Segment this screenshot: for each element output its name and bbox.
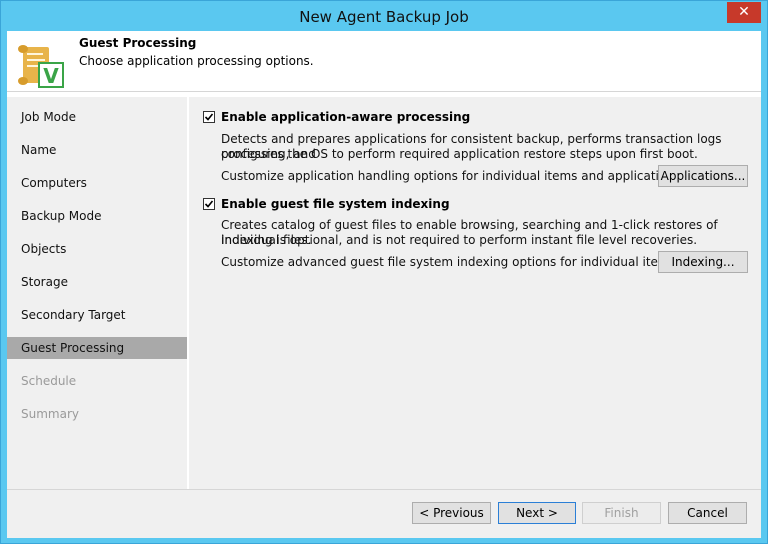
indexing-customize-text: Customize advanced guest file system ind… bbox=[221, 255, 676, 269]
sidebar-item-secondary-target[interactable]: Secondary Target bbox=[7, 304, 187, 326]
app-aware-desc-line2: configures the OS to perform required ap… bbox=[221, 147, 698, 161]
wizard-header: V Guest Processing Choose application pr… bbox=[7, 31, 761, 92]
sidebar-item-guest-processing[interactable]: Guest Processing bbox=[7, 337, 187, 359]
page-subtitle: Choose application processing options. bbox=[79, 54, 314, 68]
app-aware-customize-text: Customize application handling options f… bbox=[221, 169, 681, 183]
app-aware-label[interactable]: Enable application-aware processing bbox=[221, 110, 470, 124]
dialog-window: New Agent Backup Job ✕ V Guest Processin… bbox=[0, 0, 768, 544]
sidebar-item-computers[interactable]: Computers bbox=[7, 172, 187, 194]
indexing-button[interactable]: Indexing... bbox=[658, 251, 748, 273]
cancel-button[interactable]: Cancel bbox=[668, 502, 747, 524]
sidebar-item-job-mode[interactable]: Job Mode bbox=[7, 106, 187, 128]
previous-button[interactable]: < Previous bbox=[412, 502, 491, 524]
finish-button: Finish bbox=[582, 502, 661, 524]
dialog-content: V Guest Processing Choose application pr… bbox=[7, 31, 761, 538]
checkmark-icon bbox=[204, 113, 214, 121]
scroll-checkmark-icon: V bbox=[18, 45, 64, 88]
icon-letter: V bbox=[43, 64, 59, 88]
wizard-footer: < Previous Next > Finish Cancel bbox=[7, 489, 761, 538]
sidebar-item-objects[interactable]: Objects bbox=[7, 238, 187, 260]
sidebar-item-schedule: Schedule bbox=[21, 374, 77, 388]
window-title: New Agent Backup Job bbox=[299, 8, 469, 26]
applications-button[interactable]: Applications... bbox=[658, 165, 748, 187]
page-title: Guest Processing bbox=[79, 36, 197, 50]
app-aware-checkbox[interactable] bbox=[203, 111, 215, 123]
sidebar-item-summary: Summary bbox=[21, 407, 79, 421]
title-bar[interactable]: New Agent Backup Job ✕ bbox=[1, 1, 767, 31]
sidebar-item-name[interactable]: Name bbox=[7, 139, 187, 161]
checkmark-icon bbox=[204, 200, 214, 208]
next-button[interactable]: Next > bbox=[498, 502, 576, 524]
wizard-steps-sidebar: Job Mode Name Computers Backup Mode Obje… bbox=[7, 97, 187, 489]
sidebar-item-backup-mode[interactable]: Backup Mode bbox=[7, 205, 187, 227]
close-button[interactable]: ✕ bbox=[727, 2, 761, 23]
indexing-checkbox[interactable] bbox=[203, 198, 215, 210]
indexing-desc-line2: Indexing is optional, and is not require… bbox=[221, 233, 698, 247]
sidebar-item-storage[interactable]: Storage bbox=[7, 271, 187, 293]
guest-processing-panel: Enable application-aware processing Dete… bbox=[189, 97, 761, 489]
indexing-label[interactable]: Enable guest file system indexing bbox=[221, 197, 450, 211]
